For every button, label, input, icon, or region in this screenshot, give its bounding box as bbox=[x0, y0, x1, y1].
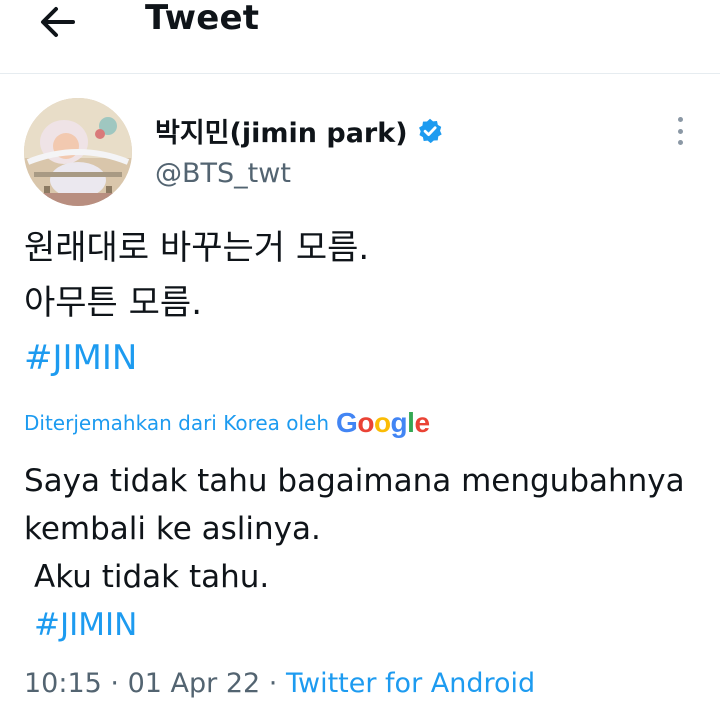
separator-dot: · bbox=[268, 668, 278, 699]
header-divider bbox=[0, 73, 720, 74]
tweet-text-line: 원래대로 바꾸는거 모름. bbox=[24, 228, 370, 268]
translated-text: Saya tidak tahu bagaimana mengubahnya ke… bbox=[24, 457, 685, 649]
tweet-text: 원래대로 바꾸는거 모름. 아무튼 모름. #JIMIN bbox=[24, 221, 369, 386]
avatar[interactable] bbox=[24, 98, 132, 206]
more-vertical-icon bbox=[677, 117, 683, 122]
arrow-left-icon bbox=[41, 7, 75, 37]
verified-badge-icon bbox=[418, 118, 442, 143]
tweet-source-link[interactable]: Twitter for Android bbox=[286, 668, 535, 699]
google-logo: Google bbox=[336, 407, 430, 438]
tweet-time[interactable]: 10:15 bbox=[24, 668, 102, 699]
more-vertical-icon-dot bbox=[677, 140, 683, 145]
translated-text-line: Saya tidak tahu bagaimana mengubahnya bbox=[24, 463, 685, 499]
tweet-date[interactable]: 01 Apr 22 bbox=[128, 668, 261, 699]
avatar-photo bbox=[24, 98, 132, 206]
translated-text-line: Aku tidak tahu. bbox=[34, 559, 270, 595]
author-handle[interactable]: @BTS_twt bbox=[155, 158, 291, 189]
author-display-name[interactable]: 박지민(jimin park) bbox=[155, 111, 408, 150]
page-title: Tweet bbox=[145, 0, 260, 38]
author-row: 박지민(jimin park) bbox=[155, 111, 444, 150]
top-bar: Tweet bbox=[0, 0, 720, 73]
tweet-text-line: 아무튼 모름. bbox=[24, 283, 203, 323]
back-button[interactable] bbox=[36, 2, 80, 42]
separator-dot: · bbox=[110, 668, 119, 699]
tweet-timestamp: 10:15 · 01 Apr 22 · Twitter for Android bbox=[24, 668, 535, 699]
more-options-button[interactable] bbox=[668, 114, 692, 148]
translation-attribution: Diterjemahkan dari Korea oleh Google bbox=[24, 407, 430, 439]
hashtag-link[interactable]: #JIMIN bbox=[24, 331, 369, 386]
translated-hashtag-link[interactable]: #JIMIN bbox=[24, 601, 685, 649]
more-vertical-icon-dot bbox=[677, 128, 683, 134]
translation-label: Diterjemahkan dari Korea oleh bbox=[24, 411, 330, 435]
translated-text-line: kembali ke aslinya. bbox=[24, 511, 321, 547]
